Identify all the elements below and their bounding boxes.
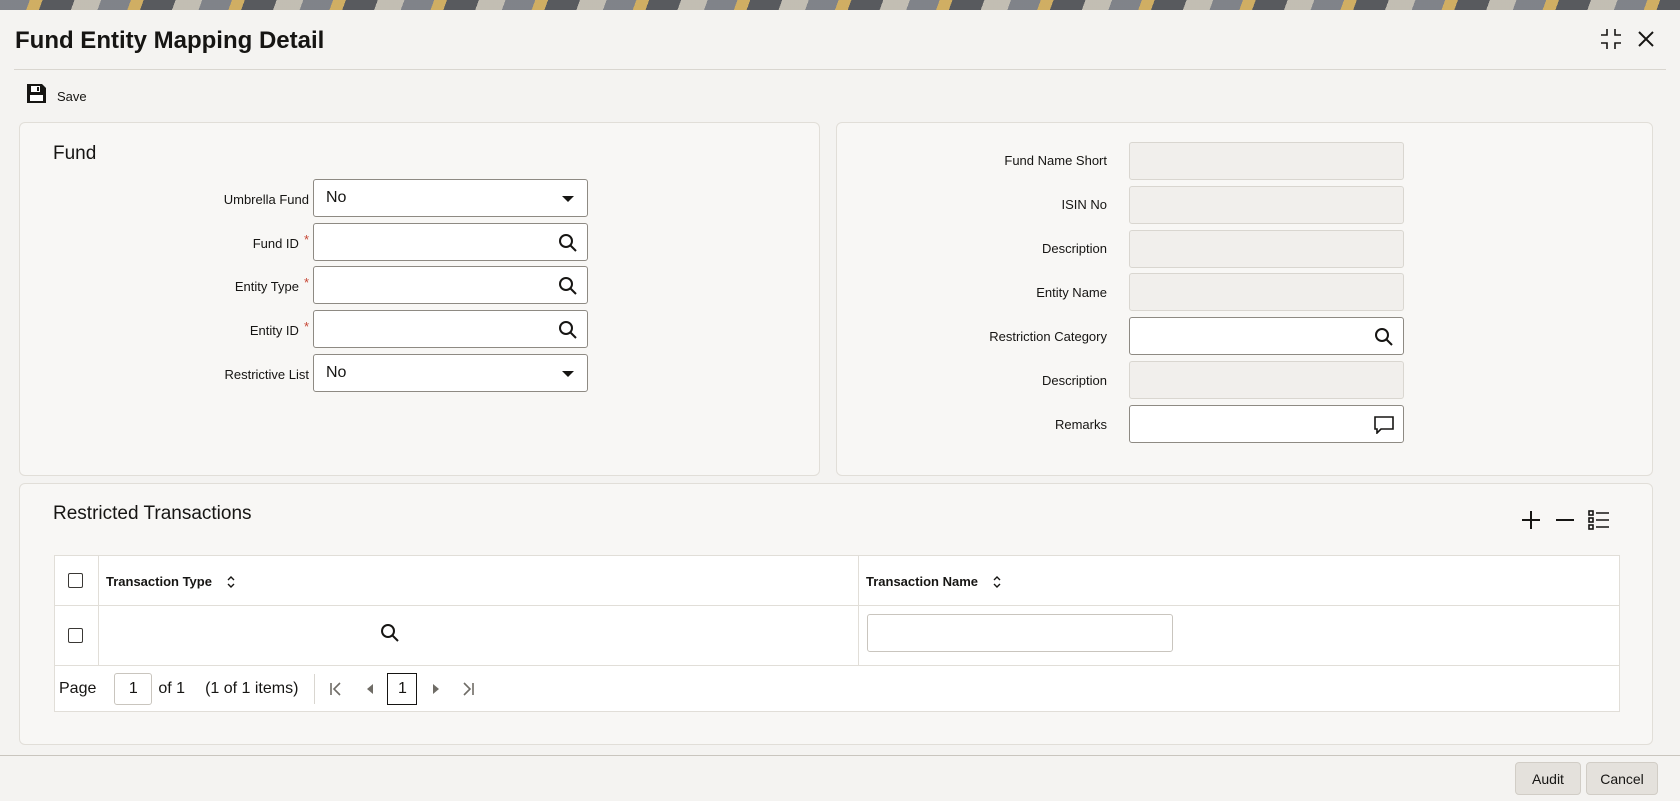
isin-no-field <box>1129 186 1404 224</box>
top-banner-strip <box>0 0 1680 10</box>
next-page-icon[interactable] <box>423 674 449 704</box>
fund-id-label: Fund ID * <box>252 232 309 251</box>
umbrella-fund-value: No <box>326 189 347 206</box>
restriction-category-label: Restriction Category <box>989 329 1107 344</box>
last-page-icon[interactable] <box>455 674 481 704</box>
column-header-transaction-type[interactable]: Transaction Type <box>106 574 236 589</box>
fund-panel: Fund Umbrella Fund No Fund ID * Entity Ty… <box>19 122 820 476</box>
column-header-label: Transaction Name <box>866 574 978 589</box>
entity-type-label: Entity Type * <box>234 275 309 294</box>
entity-id-input[interactable] <box>313 310 588 348</box>
search-icon[interactable] <box>557 319 579 341</box>
column-header-transaction-name[interactable]: Transaction Name <box>866 574 1002 589</box>
close-icon[interactable] <box>1633 26 1659 52</box>
restricted-transactions-title: Restricted Transactions <box>53 503 252 524</box>
pager-divider <box>314 674 316 704</box>
restricted-transactions-table: Transaction Type Transaction Name Page 1… <box>54 555 1620 712</box>
description-field <box>1129 230 1404 268</box>
column-header-label: Transaction Type <box>106 574 212 589</box>
fund-name-short-field <box>1129 142 1404 180</box>
first-page-icon[interactable] <box>323 674 349 704</box>
page-label: Page <box>59 680 97 697</box>
row-checkbox[interactable] <box>68 628 83 643</box>
isin-no-label: ISIN No <box>1061 197 1107 212</box>
items-count-label: (1 of 1 items) <box>205 680 299 697</box>
restrictive-list-label: Restrictive List <box>224 367 309 382</box>
entity-name-field <box>1129 273 1404 311</box>
remarks-label: Remarks <box>1054 417 1107 432</box>
previous-page-icon[interactable] <box>357 674 383 704</box>
transaction-name-input[interactable] <box>867 614 1173 652</box>
column-divider <box>98 556 99 666</box>
page-number-input[interactable]: 1 <box>114 673 153 705</box>
search-icon[interactable] <box>1373 326 1395 348</box>
umbrella-fund-label: Umbrella Fund <box>223 192 309 207</box>
footer-divider <box>0 755 1680 756</box>
description2-label: Description <box>1041 373 1107 388</box>
save-icon <box>26 83 47 109</box>
restrictive-list-value: No <box>326 364 347 381</box>
window-header: Fund Entity Mapping Detail <box>0 10 1680 70</box>
search-icon[interactable] <box>557 275 579 297</box>
cancel-button[interactable]: Cancel <box>1586 762 1658 795</box>
description2-field <box>1129 361 1404 399</box>
required-marker: * <box>303 232 309 247</box>
list-view-icon[interactable] <box>1587 508 1611 532</box>
page-title: Fund Entity Mapping Detail <box>15 27 325 54</box>
pagination-bar: Page 1 of 1 (1 of 1 items) 1 <box>55 666 1619 712</box>
chevron-down-icon[interactable] <box>557 363 579 385</box>
description-label: Description <box>1041 241 1107 256</box>
add-row-icon[interactable] <box>1519 508 1543 532</box>
select-all-checkbox[interactable] <box>68 573 83 588</box>
table-row <box>55 606 1619 666</box>
header-divider <box>14 69 1666 70</box>
fund-id-input[interactable] <box>313 223 588 261</box>
restrictive-list-select[interactable]: No <box>313 354 588 392</box>
required-marker: * <box>303 275 309 290</box>
required-marker: * <box>303 319 309 334</box>
entity-id-label: Entity ID * <box>249 319 309 338</box>
save-label: Save <box>57 88 87 104</box>
save-button[interactable]: Save <box>26 84 87 108</box>
fund-name-short-label: Fund Name Short <box>1004 153 1107 168</box>
comment-icon[interactable] <box>1373 414 1395 436</box>
table-header-row: Transaction Type Transaction Name <box>55 556 1619 606</box>
search-icon[interactable] <box>380 623 400 648</box>
remarks-input[interactable] <box>1129 405 1404 443</box>
chevron-down-icon[interactable] <box>557 188 579 210</box>
page-total-label: of 1 <box>158 680 186 697</box>
column-divider <box>858 556 859 666</box>
details-panel: Fund Name Short ISIN No Description Enti… <box>836 122 1653 476</box>
sort-icon[interactable] <box>226 575 236 589</box>
entity-type-input[interactable] <box>313 266 588 304</box>
restriction-category-input[interactable] <box>1129 317 1404 355</box>
maximize-icon[interactable] <box>1598 26 1624 52</box>
delete-row-icon[interactable] <box>1553 508 1577 532</box>
search-icon[interactable] <box>557 232 579 254</box>
umbrella-fund-select[interactable]: No <box>313 179 588 217</box>
sort-icon[interactable] <box>992 575 1002 589</box>
entity-name-label: Entity Name <box>1036 285 1107 300</box>
fund-section-title: Fund <box>53 143 97 164</box>
current-page-button[interactable]: 1 <box>387 673 418 705</box>
audit-button[interactable]: Audit <box>1515 762 1581 795</box>
